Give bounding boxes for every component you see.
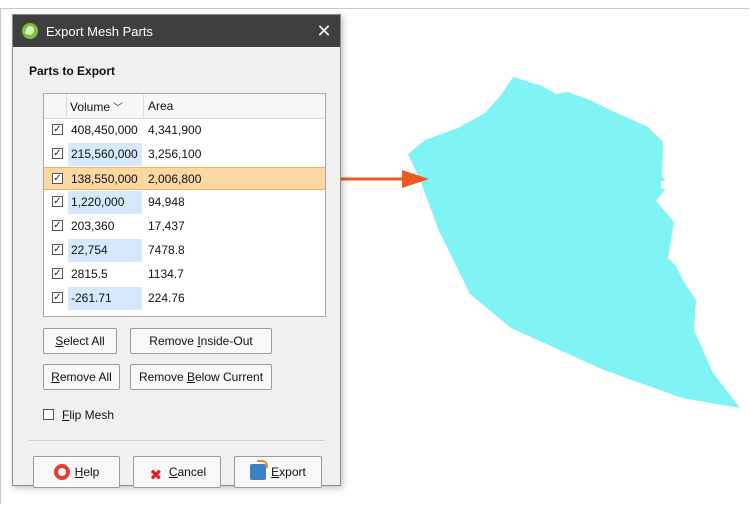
table-row[interactable]: ✓ -261.71 224.76 [44,287,325,310]
export-button[interactable]: Export [234,456,322,488]
table-row[interactable]: ✓ 138,550,000 2,006,800 [44,167,325,190]
export-mesh-parts-dialog: Export Mesh Parts ✕ Parts to Export Volu… [12,14,341,488]
mesh-notch [661,181,668,189]
area-cell: 4,341,900 [148,123,202,137]
volume-cell: 22,754 [68,239,142,262]
row-checkbox[interactable]: ✓ [52,268,63,279]
volume-cell: -261.71 [68,287,142,310]
area-cell: 1134.7 [148,267,184,281]
row-checkbox[interactable]: ✓ [52,292,63,303]
table-row[interactable]: ✓ 1,220,000 94,948 [44,191,325,214]
header-separator [143,94,144,118]
volume-cell: 408,450,000 [71,123,138,137]
area-cell: 94,948 [148,195,185,209]
header-separator [66,94,67,118]
close-icon[interactable]: ✕ [313,20,335,42]
row-checkbox[interactable]: ✓ [52,124,63,135]
flip-mesh-checkbox[interactable] [43,409,54,420]
volume-cell: 138,550,000 [71,172,138,186]
area-cell: 2,006,800 [148,172,202,186]
parts-to-export-label: Parts to Export [29,64,116,78]
column-header-volume[interactable]: Volume ﹀ [70,99,123,114]
row-checkbox[interactable]: ✓ [52,148,63,159]
row-checkbox[interactable]: ✓ [52,244,63,255]
cancel-x-icon: ✖ [149,467,163,484]
cancel-button[interactable]: ✖ Cancel [133,456,221,488]
mesh-part-shape [408,77,740,408]
lifebuoy-icon [53,464,70,480]
chevron-down-icon: ﹀ [113,103,124,114]
area-cell: 17,437 [148,219,185,233]
table-row[interactable]: ✓ 408,450,000 4,341,900 [44,119,325,142]
row-checkbox[interactable]: ✓ [52,220,63,231]
flip-mesh-label: Flip Mesh [62,408,115,422]
volume-cell: 203,360 [71,219,115,233]
area-cell: 7478.8 [148,243,185,257]
volume-cell: 215,560,000 [68,143,142,166]
volume-cell: 1,220,000 [68,191,142,214]
area-cell: 3,256,100 [148,147,202,161]
remove-inside-out-button[interactable]: Remove Inside-Out [130,328,272,354]
select-all-button[interactable]: Select All [43,328,117,354]
app-leaf-icon [22,23,38,39]
remove-all-button[interactable]: Remove All [43,364,120,390]
help-button[interactable]: Help [33,456,120,488]
row-checkbox[interactable]: ✓ [52,196,63,207]
area-cell: 224.76 [148,291,185,305]
row-checkbox[interactable]: ✓ [52,173,63,184]
table-row[interactable]: ✓ 22,754 7478.8 [44,239,325,262]
remove-below-current-button[interactable]: Remove Below Current [130,364,272,390]
export-icon [250,460,269,480]
table-header: Volume ﹀ Area [44,94,325,119]
dialog-title: Export Mesh Parts [46,24,153,39]
table-row[interactable]: ✓ 2815.5 1134.7 [44,263,325,286]
dialog-titlebar[interactable]: Export Mesh Parts ✕ [13,15,340,47]
footer-divider [29,440,325,441]
column-header-area[interactable]: Area [148,99,173,113]
table-row[interactable]: ✓ 203,360 17,437 [44,215,325,238]
parts-table: Volume ﹀ Area ✓ 408,450,000 4,341,900 ✓ 215,5… [43,93,326,317]
table-row[interactable]: ✓ 215,560,000 3,256,100 [44,143,325,166]
volume-cell: 2815.5 [71,267,108,281]
